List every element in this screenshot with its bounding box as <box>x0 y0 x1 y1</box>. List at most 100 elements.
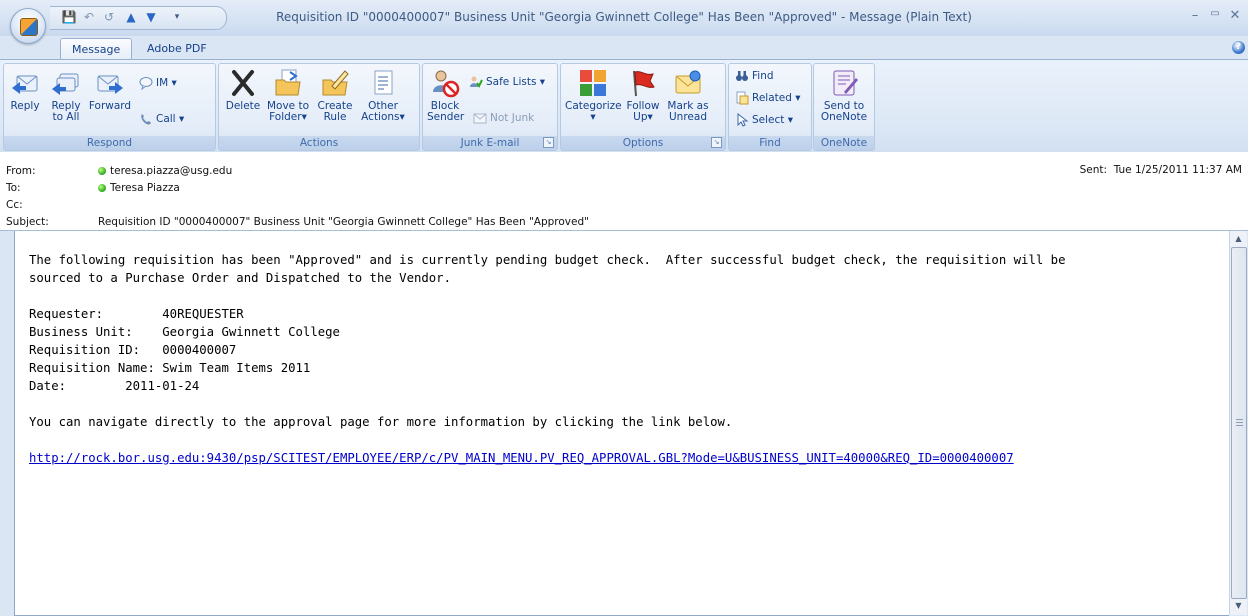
approval-page-link[interactable]: http://rock.bor.usg.edu:9430/psp/SCITEST… <box>29 451 1014 465</box>
scrollbar-thumb[interactable] <box>1231 247 1247 599</box>
help-icon[interactable]: ? <box>1232 41 1245 54</box>
close-icon[interactable]: ✕ <box>1226 8 1244 23</box>
onenote-icon <box>833 70 858 96</box>
other-actions-icon <box>374 70 393 95</box>
options-group-label: Options <box>561 136 725 150</box>
actions-group-label: Actions <box>219 136 419 150</box>
select-label: Select <box>752 114 785 126</box>
forward-label: Forward <box>88 100 132 112</box>
not-junk-label: Not Junk <box>490 112 535 124</box>
ribbon: Reply Reply to All Forward IM ▾ Call ▾ R… <box>0 59 1248 153</box>
mark-as-unread-icon <box>675 70 701 94</box>
select-dropdown-icon: ▾ <box>787 114 794 126</box>
binoculars-icon <box>736 71 748 81</box>
onenote-label-2: OneNote <box>820 111 868 123</box>
follow-up-flag-icon <box>633 70 655 97</box>
message-body[interactable]: The following requisition has been "Appr… <box>14 231 1229 616</box>
follow-dropdown-icon: ▾ <box>647 111 653 123</box>
reply-all-button[interactable]: Reply to All <box>46 68 86 123</box>
from-label: From: <box>6 165 36 177</box>
select-button[interactable]: Select ▾ <box>735 111 793 129</box>
maximize-icon[interactable]: ▭ <box>1206 8 1224 19</box>
body-paragraph-1: The following requisition has been "Appr… <box>29 253 1066 285</box>
vertical-scrollbar[interactable]: ▲ ▼ <box>1229 231 1247 615</box>
categorize-icon <box>580 70 606 96</box>
to-value[interactable]: Teresa Piazza <box>98 182 180 194</box>
reply-label: Reply <box>10 100 40 112</box>
title-bar: 💾 ↶ ↺ ▲ ▼ ▾ Requisition ID "0000400007" … <box>0 0 1248 36</box>
im-icon <box>139 77 153 90</box>
tab-adobe-pdf[interactable]: Adobe PDF <box>136 38 218 60</box>
select-cursor-icon <box>737 113 749 127</box>
message-text: The following requisition has been "Appr… <box>29 251 1225 467</box>
categorize-dropdown-icon: ▾ <box>590 111 596 123</box>
safe-lists-icon <box>470 76 483 88</box>
call-button[interactable]: Call ▾ <box>139 110 184 128</box>
create-rule-button[interactable]: Create Rule <box>317 68 353 123</box>
sent-label: Sent: <box>1079 164 1108 176</box>
reply-button[interactable]: Reply <box>8 68 42 112</box>
not-junk-button[interactable]: Not Junk <box>473 109 534 127</box>
to-name: Teresa Piazza <box>110 182 180 194</box>
sent-value: Tue 1/25/2011 11:37 AM <box>1113 164 1242 176</box>
message-header: From: teresa.piazza@usg.edu To: Teresa P… <box>0 152 1248 231</box>
mark-label-2: Unread <box>669 111 707 123</box>
respond-group-label: Respond <box>4 136 215 150</box>
safe-lists-button[interactable]: Safe Lists ▾ <box>469 73 545 91</box>
other-dropdown-icon: ▾ <box>399 111 405 123</box>
mark-as-unread-button[interactable]: Mark as Unread <box>665 68 711 123</box>
scroll-down-icon[interactable]: ▼ <box>1230 598 1247 614</box>
find-label: Find <box>752 70 774 82</box>
junk-group-label: Junk E-mail <box>423 136 557 150</box>
presence-icon <box>98 184 106 192</box>
safe-lists-label: Safe Lists <box>486 76 537 88</box>
im-button[interactable]: IM ▾ <box>139 74 177 92</box>
forward-icon <box>97 75 123 94</box>
group-junk-email: Block Sender Safe Lists ▾ Not Junk Junk … <box>422 63 558 151</box>
related-dropdown-icon: ▾ <box>795 92 801 104</box>
junk-dialog-launcher-icon[interactable]: ↘ <box>543 137 554 148</box>
move-to-folder-button[interactable]: Move to Folder▾ <box>265 68 311 123</box>
reply-all-label-2: to All <box>52 111 80 123</box>
other-label-2: Actions <box>361 111 400 123</box>
options-dialog-launcher-icon[interactable]: ↘ <box>711 137 722 148</box>
create-label-2: Rule <box>323 111 347 123</box>
phone-icon <box>141 114 151 125</box>
group-actions: Delete Move to Folder▾ Create Rule Other… <box>218 63 420 151</box>
related-icon <box>736 91 749 105</box>
call-label: Call <box>156 113 176 125</box>
to-label: To: <box>6 182 21 194</box>
other-actions-button[interactable]: Other Actions▾ <box>359 68 407 123</box>
ribbon-tabs: Message Adobe PDF <box>0 36 1248 62</box>
block-sender-button[interactable]: Block Sender <box>427 68 464 123</box>
send-to-onenote-button[interactable]: Send to OneNote <box>818 68 870 123</box>
from-value[interactable]: teresa.piazza@usg.edu <box>98 165 232 177</box>
create-rule-icon <box>322 70 349 96</box>
related-button[interactable]: Related ▾ <box>735 89 801 107</box>
scroll-up-icon[interactable]: ▲ <box>1230 231 1247 247</box>
related-label: Related <box>752 92 792 104</box>
not-junk-icon <box>473 113 487 124</box>
categorize-button[interactable]: Categorize ▾ <box>565 68 622 123</box>
from-address: teresa.piazza@usg.edu <box>110 165 233 177</box>
delete-icon <box>232 70 254 96</box>
reply-icon <box>12 75 38 94</box>
minimize-icon[interactable]: – <box>1186 8 1204 23</box>
follow-up-button[interactable]: Follow Up▾ <box>623 68 663 123</box>
find-button[interactable]: Find <box>735 67 774 85</box>
im-label: IM <box>156 77 169 89</box>
im-dropdown-icon: ▾ <box>171 77 177 89</box>
body-paragraph-2: You can navigate directly to the approva… <box>29 415 733 429</box>
follow-label-2: Up <box>633 111 648 123</box>
forward-button[interactable]: Forward <box>88 68 132 112</box>
move-label-2: Folder <box>269 111 302 123</box>
sent-info: Sent: Tue 1/25/2011 11:37 AM <box>1080 164 1242 176</box>
presence-icon <box>98 167 106 175</box>
cc-label: Cc: <box>6 199 23 211</box>
block-sender-icon <box>433 70 460 98</box>
onenote-group-label: OneNote <box>814 136 874 150</box>
move-dropdown-icon: ▾ <box>301 111 307 123</box>
delete-label: Delete <box>225 100 261 112</box>
office-button[interactable] <box>10 8 46 44</box>
delete-button[interactable]: Delete <box>225 68 261 112</box>
